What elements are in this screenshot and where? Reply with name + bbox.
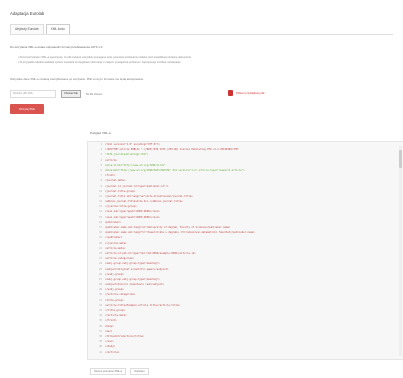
sample-file-label: Pobierz przykładowy plik	[236, 91, 265, 95]
validation-note: Wszystkie dane XML-a zostaną zweryfikowa…	[10, 77, 145, 81]
instruction-item: W przypadku błędów walidacji system wyśw…	[18, 60, 378, 65]
xml-line: 41 </article>	[88, 350, 403, 355]
preview-label: Podgląd XML-a	[90, 131, 111, 135]
file-status-text: No file chosen	[85, 92, 103, 96]
line-number: 41	[99, 350, 102, 354]
tab-bar: Atrybuty Eurolab XML kodu	[10, 24, 393, 35]
file-path-input[interactable]: Wybierz plik XML	[10, 90, 56, 98]
upload-xml-button[interactable]: Wczytaj XML	[10, 104, 44, 114]
sample-file-link[interactable]: Pobierz przykładowy plik	[228, 90, 264, 96]
xml-line-code: <publisher-name xml:lang="hr">Sveučilišt…	[105, 231, 255, 235]
save-xml-button[interactable]: Spremi promjene XML-a	[90, 368, 127, 375]
scrollbar-thumb[interactable]	[399, 150, 402, 168]
vertical-scrollbar[interactable]	[399, 146, 402, 356]
instructions-list: Przed wczytaniem XML-a upewnij się, że p…	[18, 55, 378, 65]
tab-xml-code[interactable]: XML kodu	[45, 24, 70, 34]
tab-eurolab-attributes[interactable]: Atrybuty Eurolab	[10, 24, 44, 34]
file-upload-row: Wybierz plik XML Choose File No file cho…	[10, 90, 102, 98]
xml-code-lines: 1 <?xml version="1.0" encoding="UTF-8"?> 2…	[88, 142, 403, 355]
pdf-file-icon	[228, 90, 233, 96]
cancel-button[interactable]: Odustani	[130, 368, 149, 375]
xml-preview-panel[interactable]: 1 <?xml version="1.0" encoding="UTF-8"?> 2…	[87, 141, 403, 360]
footer-actions: Spremi promjene XML-a Odustani	[90, 368, 149, 375]
choose-file-button[interactable]: Choose File	[61, 90, 81, 98]
intro-text: Do wczytania XML-a wstaw odpowiedni form…	[10, 45, 103, 49]
xml-line-code: </article>	[105, 350, 120, 354]
page-title: Adaptacja Eurolab	[10, 11, 45, 16]
xml-line-code: xmlns:mml="http://www.w3.org/1998/Math/M…	[105, 168, 245, 172]
